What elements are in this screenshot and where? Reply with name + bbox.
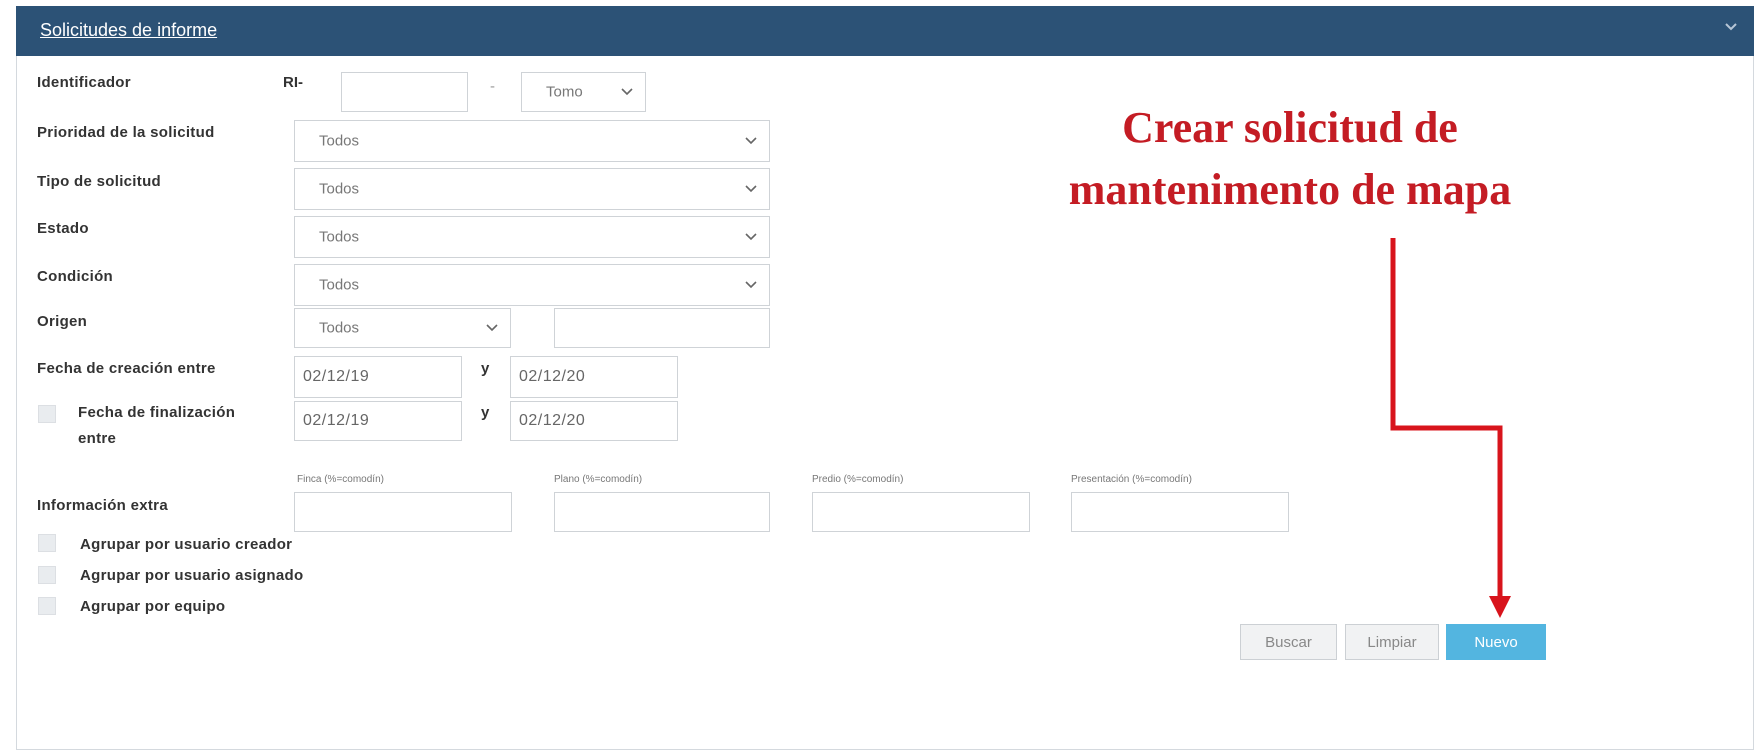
annotation-text: Crear solicitud de mantenimento de mapa [1040, 97, 1540, 221]
chevron-down-icon [745, 233, 757, 241]
tomo-select-value: Tomo [546, 83, 583, 101]
identificador-label: Identificador [37, 74, 131, 91]
limpiar-button[interactable]: Limpiar [1345, 624, 1439, 660]
origen-select-value: Todos [319, 319, 360, 337]
prioridad-label: Prioridad de la solicitud [37, 124, 215, 141]
panel-header[interactable]: Solicitudes de informe [16, 6, 1754, 56]
plano-input[interactable] [554, 492, 770, 532]
origen-select[interactable]: Todos [294, 308, 511, 348]
agrupar-equipo-checkbox[interactable] [38, 597, 56, 615]
nuevo-button[interactable]: Nuevo [1446, 624, 1546, 660]
agrupar-creador-label: Agrupar por usuario creador [80, 536, 293, 553]
panel-title[interactable]: Solicitudes de informe [40, 20, 217, 41]
fecha-finalizacion-to-value: 02/12/20 [519, 412, 586, 429]
fecha-creacion-to-input[interactable]: 02/12/20 [510, 356, 678, 398]
chevron-down-icon [745, 137, 757, 145]
estado-label: Estado [37, 220, 89, 237]
identificador-input[interactable] [341, 72, 468, 112]
identificador-dash: - [490, 78, 495, 95]
origen-label: Origen [37, 313, 88, 330]
fecha-creacion-from-value: 02/12/19 [303, 368, 370, 385]
presentacion-input[interactable] [1071, 492, 1289, 532]
chevron-down-icon [621, 88, 633, 96]
finca-label: Finca (%=comodín) [297, 474, 384, 485]
collapse-chevron-icon[interactable] [1724, 20, 1738, 34]
chevron-down-icon [745, 185, 757, 193]
buscar-button[interactable]: Buscar [1240, 624, 1337, 660]
predio-input[interactable] [812, 492, 1030, 532]
finca-input[interactable] [294, 492, 512, 532]
fecha-finalizacion-to-input[interactable]: 02/12/20 [510, 401, 678, 441]
tomo-select[interactable]: Tomo [521, 72, 646, 112]
fecha-finalizacion-and: y [481, 404, 490, 421]
origen-text-input[interactable] [554, 308, 770, 348]
tipo-select[interactable]: Todos [294, 168, 770, 210]
estado-select[interactable]: Todos [294, 216, 770, 258]
condicion-select-value: Todos [319, 276, 360, 294]
plano-label: Plano (%=comodín) [554, 474, 643, 485]
fecha-finalizacion-from-value: 02/12/19 [303, 412, 370, 429]
fecha-finalizacion-label-line2: entre [78, 430, 117, 447]
estado-select-value: Todos [319, 228, 360, 246]
presentacion-label: Presentación (%=comodín) [1071, 474, 1192, 485]
fecha-creacion-to-value: 02/12/20 [519, 368, 586, 385]
chevron-down-icon [486, 324, 498, 332]
condicion-label: Condición [37, 268, 114, 285]
agrupar-asignado-label: Agrupar por usuario asignado [80, 567, 304, 584]
agrupar-equipo-label: Agrupar por equipo [80, 598, 226, 615]
predio-label: Predio (%=comodín) [812, 474, 904, 485]
condicion-select[interactable]: Todos [294, 264, 770, 306]
agrupar-asignado-checkbox[interactable] [38, 566, 56, 584]
prioridad-select-value: Todos [319, 132, 360, 150]
informacion-extra-label: Información extra [37, 497, 168, 514]
fecha-finalizacion-from-input[interactable]: 02/12/19 [294, 401, 462, 441]
fecha-finalizacion-checkbox[interactable] [38, 405, 56, 423]
ri-prefix: RI- [283, 74, 303, 91]
fecha-finalizacion-label-line1: Fecha de finalización [78, 404, 236, 421]
fecha-creacion-from-input[interactable]: 02/12/19 [294, 356, 462, 398]
chevron-down-icon [745, 281, 757, 289]
agrupar-creador-checkbox[interactable] [38, 534, 56, 552]
annotation-line2: mantenimento de mapa [1068, 165, 1512, 214]
prioridad-select[interactable]: Todos [294, 120, 770, 162]
fecha-creacion-label: Fecha de creación entre [37, 360, 216, 377]
annotation-line1: Crear solicitud de [1122, 103, 1458, 152]
tipo-select-value: Todos [319, 180, 360, 198]
tipo-label: Tipo de solicitud [37, 173, 161, 190]
fecha-creacion-and: y [481, 360, 490, 377]
